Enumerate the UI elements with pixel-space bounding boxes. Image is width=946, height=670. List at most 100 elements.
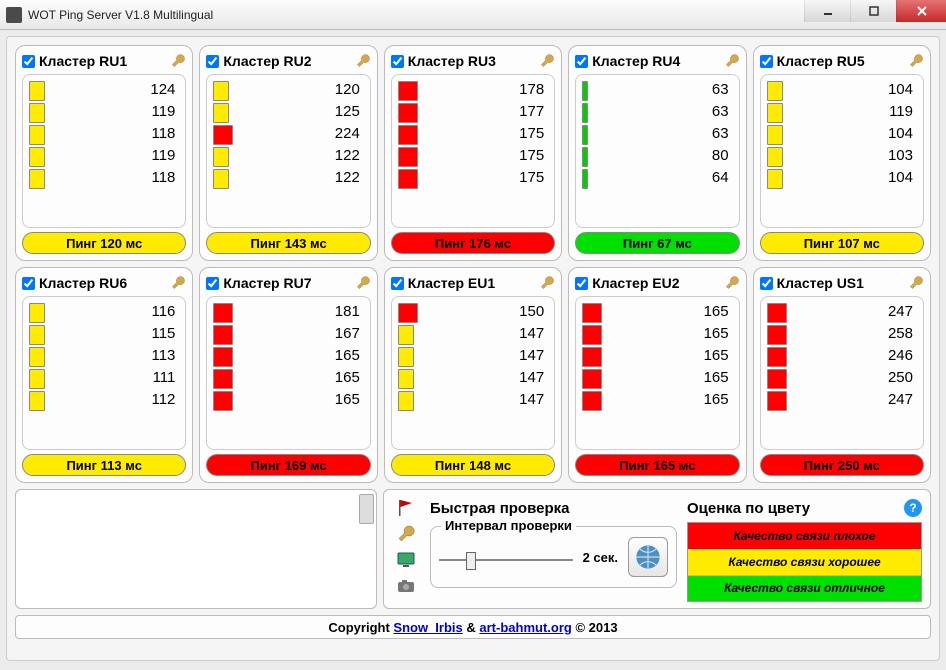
ping-value: 118	[53, 167, 175, 189]
legend-row-bad: Качество связи плохое	[688, 523, 921, 549]
cluster-panel: Кластер RU3 178177175175175 Пинг 176 мс	[384, 45, 562, 261]
ping-bar	[767, 169, 783, 189]
cluster-panel: Кластер RU2 120125224122122 Пинг 143 мс	[199, 45, 377, 261]
legend-title: Оценка по цвету	[687, 500, 810, 517]
cluster-checkbox[interactable]	[206, 55, 219, 68]
ping-bars	[213, 79, 233, 223]
cluster-checkbox[interactable]	[206, 277, 219, 290]
ping-bar	[398, 169, 418, 189]
close-button[interactable]	[896, 0, 946, 22]
settings-icon[interactable]	[355, 275, 371, 291]
cluster-checkbox[interactable]	[760, 55, 773, 68]
ping-body: 178177175175175	[391, 74, 555, 228]
ping-bars	[582, 79, 602, 223]
ping-values: 178177175175175	[422, 79, 548, 223]
ping-value: 104	[791, 79, 913, 101]
ping-values: 247258246250247	[791, 301, 917, 445]
maximize-button[interactable]	[850, 0, 896, 22]
cluster-checkbox[interactable]	[391, 55, 404, 68]
settings-icon[interactable]	[539, 53, 555, 69]
quick-check-row: Быстрая проверка	[430, 496, 677, 520]
cluster-panel: Кластер RU1 124119118119118 Пинг 120 мс	[15, 45, 193, 261]
cluster-header: Кластер RU1	[22, 50, 186, 72]
settings-icon[interactable]	[170, 53, 186, 69]
camera-icon[interactable]	[396, 576, 416, 596]
flag-icon[interactable]	[396, 498, 416, 518]
cluster-header: Кластер EU1	[391, 272, 555, 294]
ping-value: 111	[53, 367, 175, 389]
ping-bar	[398, 303, 418, 323]
ping-values: 124119118119118	[53, 79, 179, 223]
ping-summary: Пинг 113 мс	[22, 454, 186, 476]
ping-bar	[213, 369, 233, 389]
ping-bar	[398, 391, 414, 411]
cluster-checkbox[interactable]	[22, 55, 35, 68]
ping-value: 64	[606, 167, 728, 189]
ping-bars	[29, 301, 49, 445]
cluster-checkbox[interactable]	[22, 277, 35, 290]
cluster-panel: Кластер EU1 150147147147147 Пинг 148 мс	[384, 267, 562, 483]
cluster-name: Кластер RU1	[39, 53, 166, 69]
ping-bar	[213, 303, 233, 323]
cluster-name: Кластер RU4	[592, 53, 719, 69]
settings-icon[interactable]	[724, 53, 740, 69]
scrollbar-thumb[interactable]	[359, 494, 374, 524]
control-panel: Быстрая проверка Интервал проверки 2 сек…	[383, 489, 931, 609]
ping-body: 150147147147147	[391, 296, 555, 450]
run-button[interactable]	[628, 537, 668, 577]
ping-body: 104119104103104	[760, 74, 924, 228]
wrench-icon[interactable]	[396, 524, 416, 544]
footer-link-site[interactable]: art-bahmut.org	[479, 620, 571, 635]
cluster-panel: Кластер RU5 104119104103104 Пинг 107 мс	[753, 45, 931, 261]
cluster-header: Кластер RU3	[391, 50, 555, 72]
footer-amp: &	[463, 620, 480, 635]
ping-value: 247	[791, 389, 913, 411]
settings-icon[interactable]	[724, 275, 740, 291]
interval-label: Интервал проверки	[441, 518, 576, 533]
cluster-name: Кластер RU5	[777, 53, 904, 69]
ping-bar	[398, 81, 418, 101]
settings-icon[interactable]	[355, 53, 371, 69]
ping-values: 116115113111112	[53, 301, 179, 445]
ping-summary: Пинг 250 мс	[760, 454, 924, 476]
main-panel: Кластер RU1 124119118119118 Пинг 120 мс …	[6, 36, 940, 661]
ping-value: 165	[237, 345, 359, 367]
ping-value: 165	[606, 323, 728, 345]
ping-value: 175	[422, 145, 544, 167]
cluster-checkbox[interactable]	[391, 277, 404, 290]
cluster-name: Кластер EU2	[592, 275, 719, 291]
ping-value: 63	[606, 79, 728, 101]
tool-icons-column	[392, 496, 420, 602]
ping-bar	[767, 103, 783, 123]
ping-value: 122	[237, 167, 359, 189]
ping-values: 120125224122122	[237, 79, 363, 223]
settings-icon[interactable]	[908, 275, 924, 291]
footer-link-author[interactable]: Snow_Irbis	[393, 620, 462, 635]
ping-bar	[582, 103, 588, 123]
window-buttons	[804, 0, 946, 22]
ping-bar	[582, 303, 602, 323]
monitor-icon[interactable]	[396, 550, 416, 570]
settings-icon[interactable]	[908, 53, 924, 69]
cluster-checkbox[interactable]	[760, 277, 773, 290]
interval-slider[interactable]	[439, 550, 573, 570]
settings-icon[interactable]	[170, 275, 186, 291]
log-panel[interactable]	[15, 489, 377, 609]
ping-value: 63	[606, 101, 728, 123]
minimize-button[interactable]	[804, 0, 850, 22]
cluster-header: Кластер RU2	[206, 50, 370, 72]
ping-value: 119	[791, 101, 913, 123]
help-icon[interactable]: ?	[904, 499, 922, 517]
cluster-grid: Кластер RU1 124119118119118 Пинг 120 мс …	[15, 45, 931, 483]
ping-value: 165	[237, 389, 359, 411]
cluster-checkbox[interactable]	[575, 277, 588, 290]
ping-body: 116115113111112	[22, 296, 186, 450]
ping-summary: Пинг 67 мс	[575, 232, 739, 254]
ping-bar	[582, 391, 602, 411]
ping-summary: Пинг 120 мс	[22, 232, 186, 254]
footer-suffix: © 2013	[572, 620, 618, 635]
settings-icon[interactable]	[539, 275, 555, 291]
cluster-checkbox[interactable]	[575, 55, 588, 68]
ping-bar	[213, 147, 229, 167]
quick-check-label: Быстрая проверка	[430, 500, 569, 517]
